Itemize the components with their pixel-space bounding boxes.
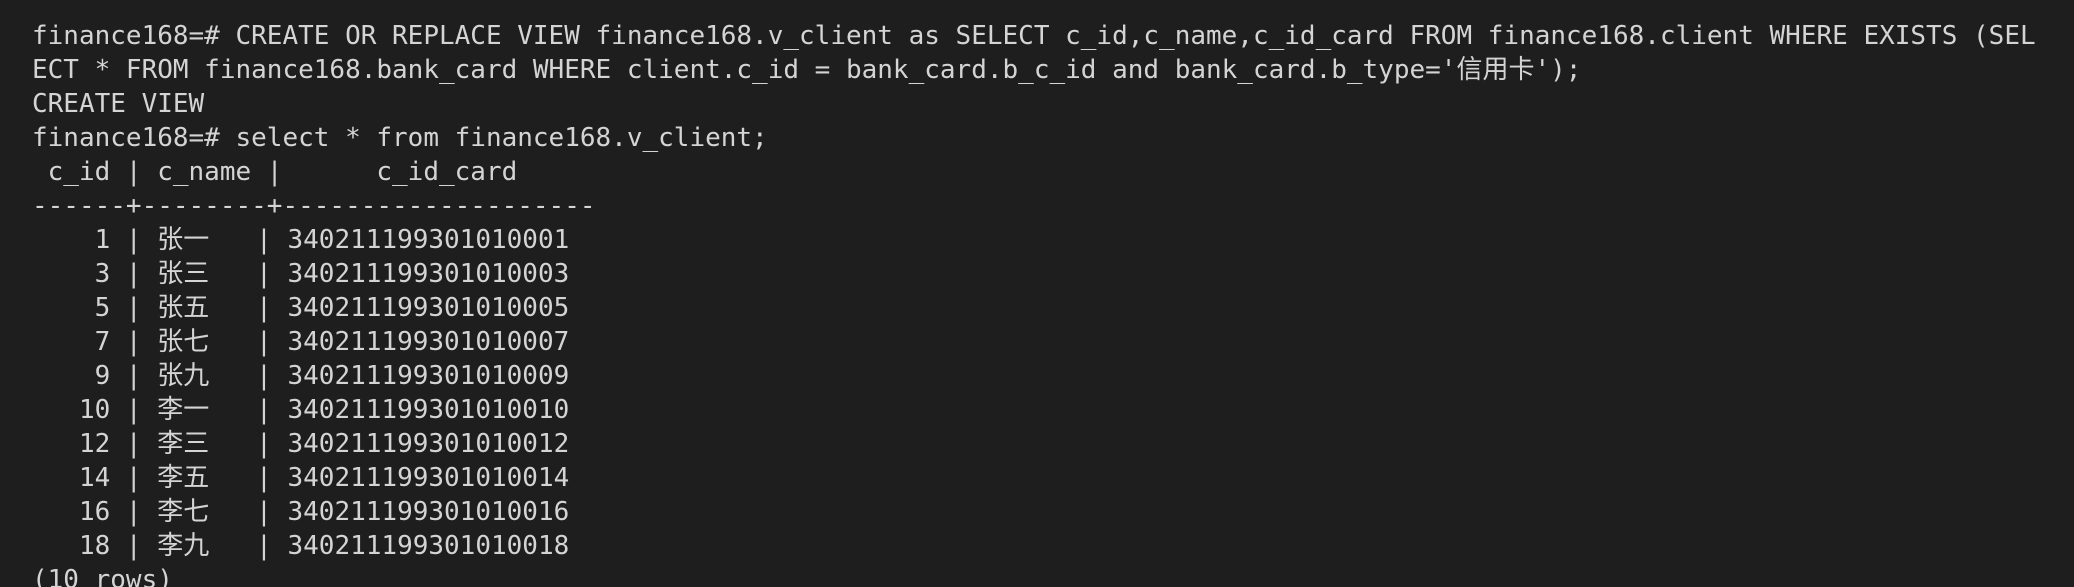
table-row: 16 | 李七 | 340211199301010016 <box>32 497 570 527</box>
table-row: 14 | 李五 | 340211199301010014 <box>32 463 570 493</box>
table-row: 5 | 张五 | 340211199301010005 <box>32 293 570 323</box>
terminal-line-create-view-statement: finance168=# CREATE OR REPLACE VIEW fina… <box>32 21 2036 51</box>
table-divider: ------+--------+-------------------- <box>32 191 596 221</box>
table-row: 7 | 张七 | 340211199301010007 <box>32 327 570 357</box>
terminal-output: finance168=# CREATE OR REPLACE VIEW fina… <box>32 19 2036 587</box>
table-row: 12 | 李三 | 340211199301010012 <box>32 429 570 459</box>
table-row: 3 | 张三 | 340211199301010003 <box>32 259 570 289</box>
terminal-line-select-query: finance168=# select * from finance168.v_… <box>32 123 768 153</box>
table-row: 18 | 李九 | 340211199301010018 <box>32 531 570 561</box>
table-header-row: c_id | c_name | c_id_card <box>32 157 518 187</box>
table-row: 9 | 张九 | 340211199301010009 <box>32 361 570 391</box>
row-count-footer: (10 rows) <box>32 565 173 587</box>
terminal-window[interactable]: finance168=# CREATE OR REPLACE VIEW fina… <box>0 0 2074 587</box>
terminal-line-create-view-statement-cont: ECT * FROM finance168.bank_card WHERE cl… <box>32 55 1582 85</box>
table-row: 1 | 张一 | 340211199301010001 <box>32 225 570 255</box>
terminal-line-create-view-result: CREATE VIEW <box>32 89 205 119</box>
table-row: 10 | 李一 | 340211199301010010 <box>32 395 570 425</box>
